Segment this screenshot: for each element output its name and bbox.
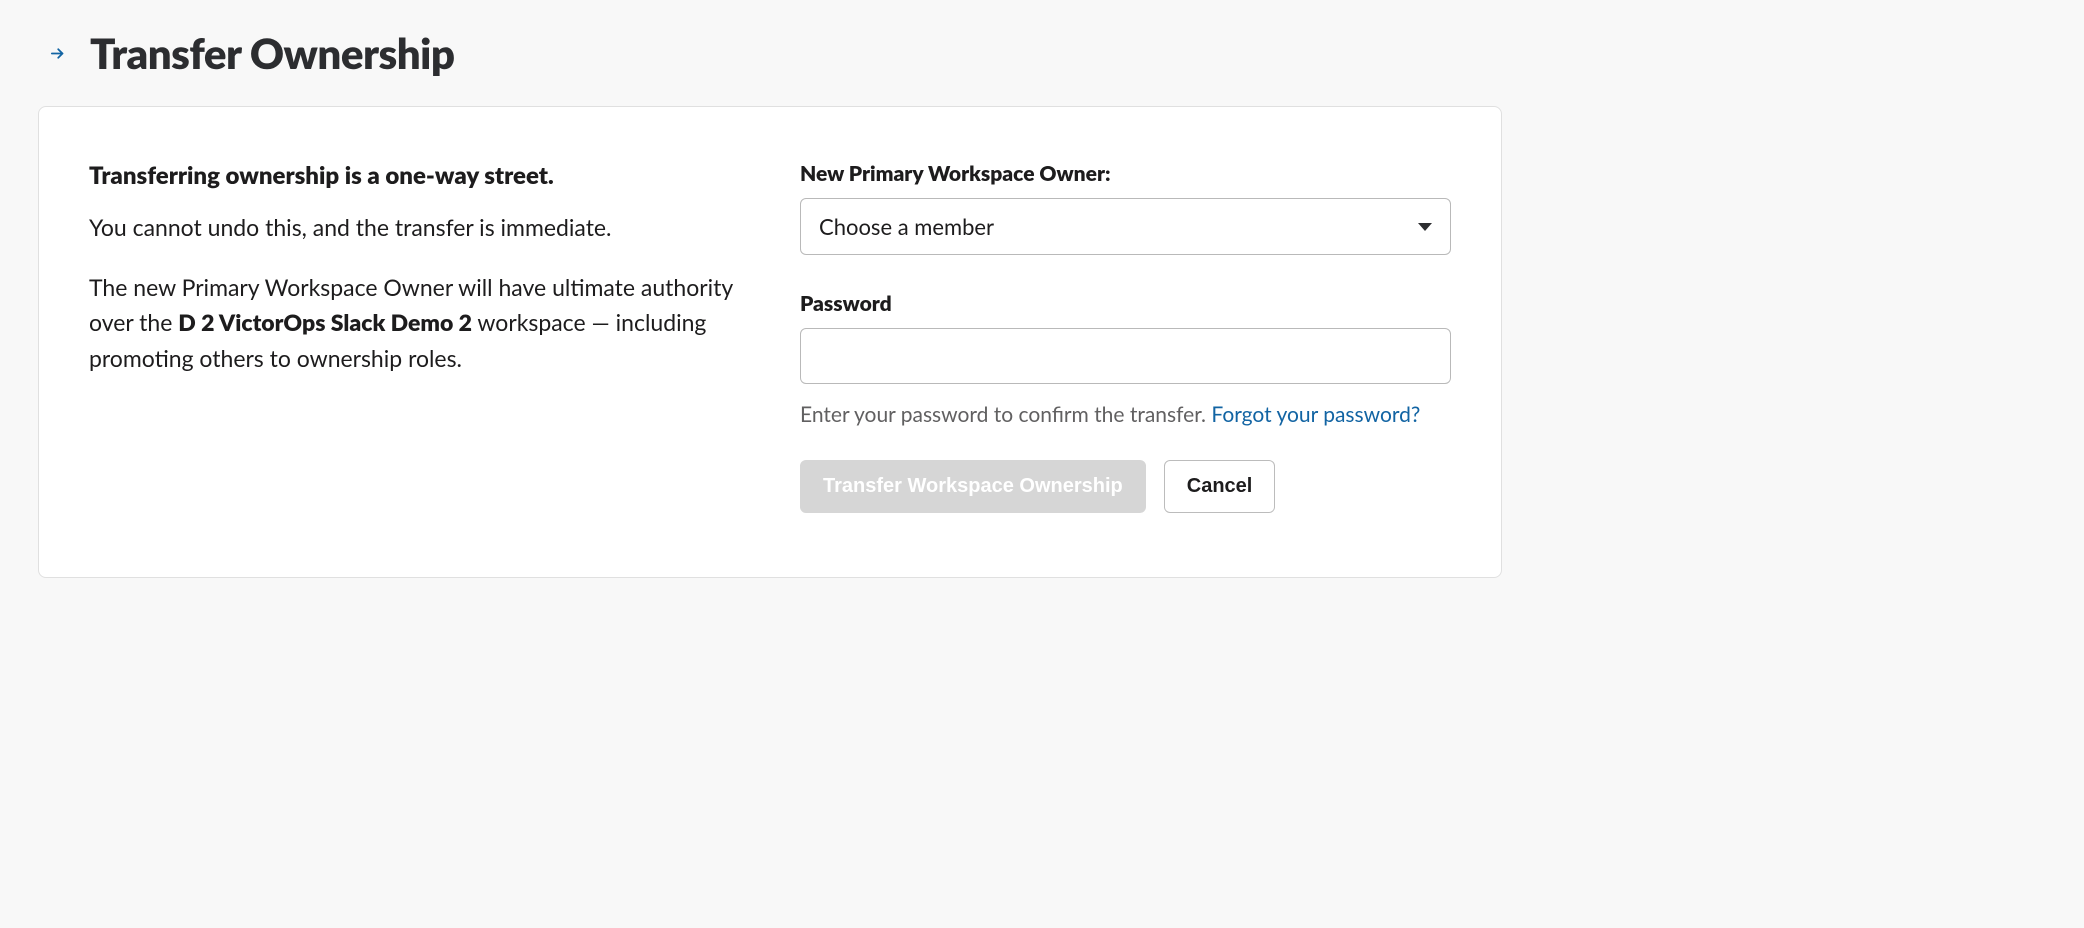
password-hint-text: Enter your password to confirm the trans… [800, 402, 1211, 427]
password-hint: Enter your password to confirm the trans… [800, 398, 1451, 432]
owner-select-placeholder: Choose a member [819, 213, 994, 240]
info-paragraph-1: You cannot undo this, and the transfer i… [89, 210, 740, 246]
owner-select[interactable]: Choose a member [800, 198, 1451, 255]
forgot-password-link[interactable]: Forgot your password? [1211, 402, 1420, 427]
info-column: Transferring ownership is a one-way stre… [89, 161, 740, 513]
owner-label: New Primary Workspace Owner: [800, 161, 1451, 186]
password-label: Password [800, 291, 1451, 316]
page-title: Transfer Ownership [90, 28, 455, 78]
info-paragraph-2: The new Primary Workspace Owner will hav… [89, 270, 740, 377]
page-header: Transfer Ownership [46, 28, 1502, 78]
workspace-name: D 2 VictorOps Slack Demo 2 [178, 308, 472, 336]
button-row: Transfer Workspace Ownership Cancel [800, 460, 1451, 513]
form-column: New Primary Workspace Owner: Choose a me… [800, 161, 1451, 513]
cancel-button[interactable]: Cancel [1164, 460, 1276, 513]
transfer-ownership-card: Transferring ownership is a one-way stre… [38, 106, 1502, 578]
chevron-down-icon [1418, 223, 1432, 231]
info-heading: Transferring ownership is a one-way stre… [89, 161, 740, 190]
arrow-right-icon [46, 42, 68, 64]
password-input[interactable] [800, 328, 1451, 384]
transfer-ownership-button[interactable]: Transfer Workspace Ownership [800, 460, 1146, 513]
